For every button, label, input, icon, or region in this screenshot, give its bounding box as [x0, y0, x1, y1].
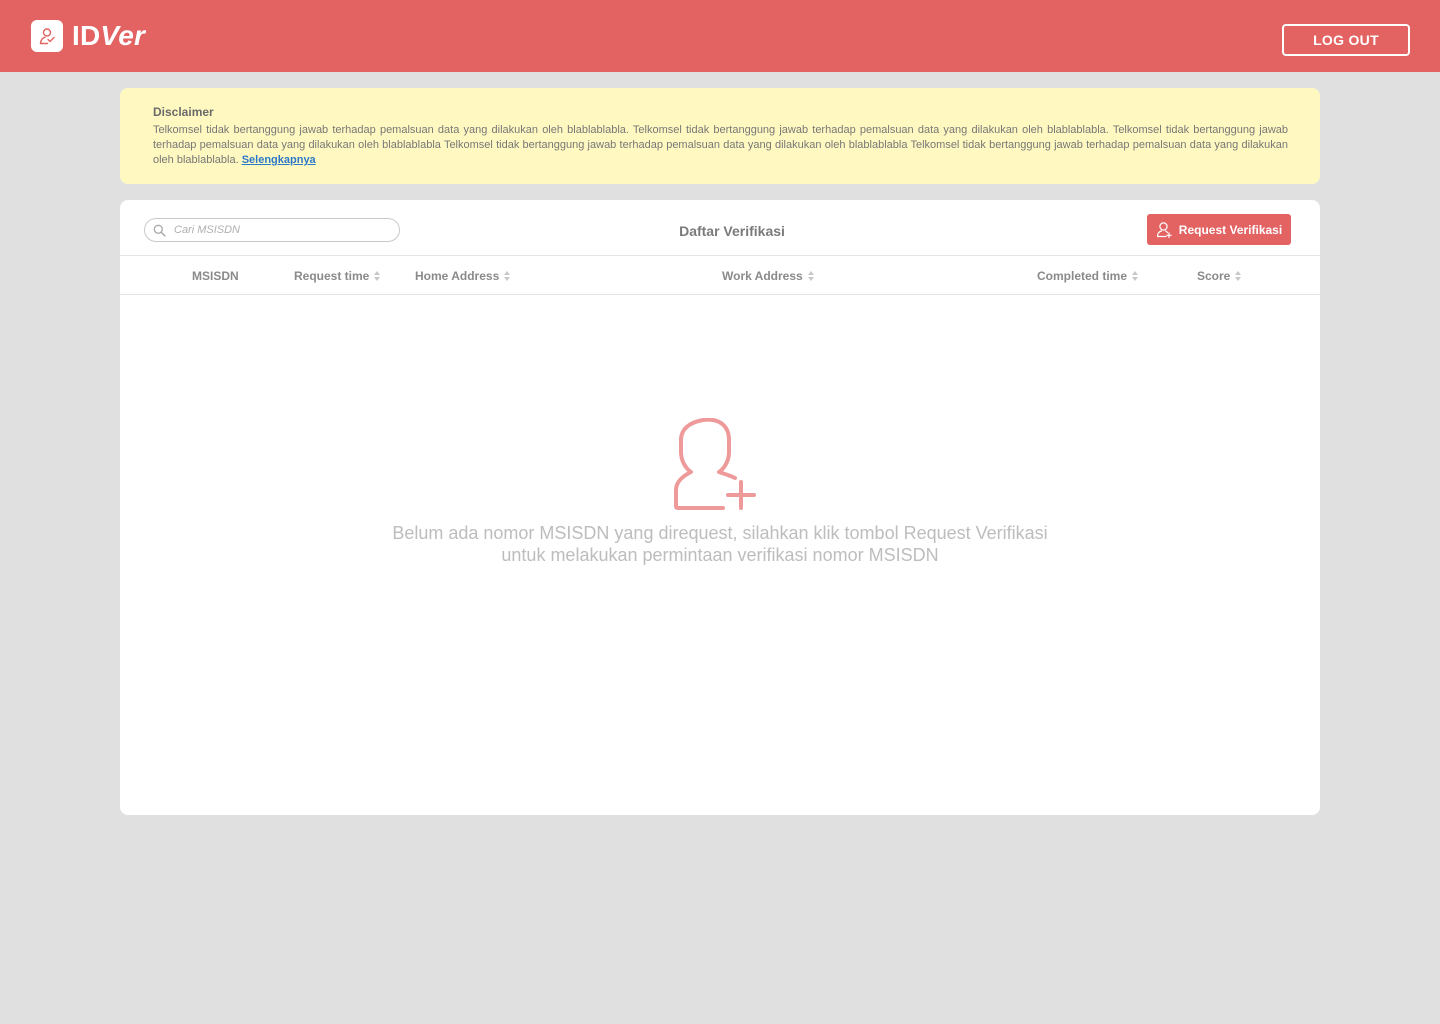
disclaimer-body: Telkomsel tidak bertanggung jawab terhad… — [153, 123, 1288, 168]
top-header: IDVer LOG OUT — [0, 0, 1440, 72]
empty-state-line-2: untuk melakukan permintaan verifikasi no… — [501, 545, 939, 565]
empty-state-message: Belum ada nomor MSISDN yang direquest, s… — [120, 522, 1320, 566]
logout-button[interactable]: LOG OUT — [1282, 24, 1410, 56]
column-label: Completed time — [1037, 269, 1128, 283]
user-add-icon — [1156, 222, 1172, 238]
app-logo-text: IDVer — [72, 18, 145, 54]
column-request-time[interactable]: Request time — [294, 268, 381, 284]
verification-panel: Daftar Verifikasi Request Verifikasi MSI… — [120, 200, 1320, 815]
column-msisdn[interactable]: MSISDN — [192, 268, 239, 284]
empty-user-add-icon — [674, 418, 756, 510]
table-header: MSISDN Request time Home Address Work Ad… — [120, 255, 1320, 295]
column-label: Home Address — [415, 269, 500, 283]
column-score[interactable]: Score — [1197, 268, 1242, 284]
column-label: Request time — [294, 269, 370, 283]
app-name-suffix: Ver — [100, 20, 146, 51]
sort-icon — [1235, 271, 1242, 281]
disclaimer-title: Disclaimer — [153, 105, 214, 119]
app-name-prefix: ID — [72, 20, 101, 51]
request-verification-button[interactable]: Request Verifikasi — [1147, 214, 1291, 245]
column-label: Work Address — [722, 269, 803, 283]
column-completed-time[interactable]: Completed time — [1037, 268, 1139, 284]
search-icon — [153, 224, 166, 237]
request-verification-label: Request Verifikasi — [1178, 222, 1283, 237]
search-box[interactable] — [144, 218, 400, 242]
sort-icon — [1132, 271, 1139, 281]
column-label: MSISDN — [192, 269, 239, 283]
empty-state-line-1: Belum ada nomor MSISDN yang direquest, s… — [392, 523, 1048, 543]
column-work-address[interactable]: Work Address — [722, 268, 814, 284]
column-home-address[interactable]: Home Address — [415, 268, 511, 284]
sort-icon — [807, 271, 814, 281]
search-input[interactable] — [174, 224, 384, 236]
read-more-link[interactable]: Selengkapnya — [242, 154, 316, 166]
user-check-icon — [31, 20, 63, 52]
disclaimer-text: Telkomsel tidak bertanggung jawab terhad… — [153, 124, 1288, 166]
column-label: Score — [1197, 269, 1231, 283]
sort-icon — [504, 271, 511, 281]
sort-icon — [374, 271, 381, 281]
disclaimer-banner: Disclaimer Telkomsel tidak bertanggung j… — [120, 88, 1320, 184]
